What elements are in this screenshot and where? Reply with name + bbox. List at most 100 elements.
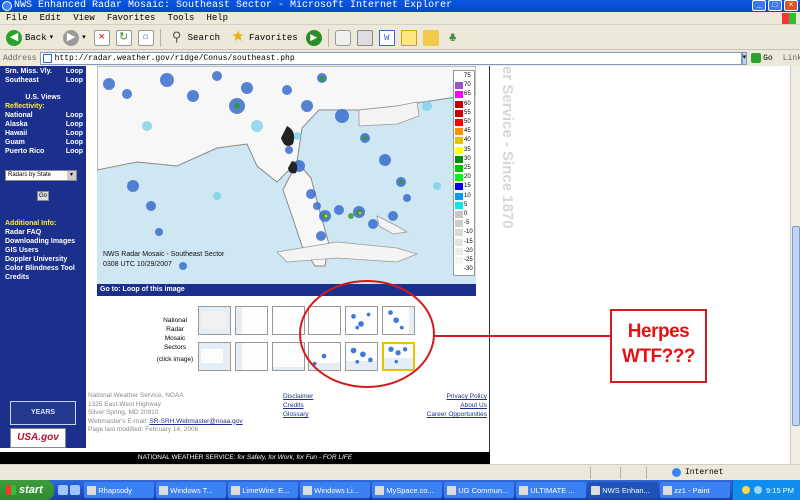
nws-years-logo[interactable]: YEARS [10, 401, 76, 425]
info-link-downloading-images[interactable]: Downloading Images [5, 238, 75, 245]
legend-swatch [455, 174, 463, 182]
credits-link[interactable]: Credits [283, 401, 313, 410]
tray-icon[interactable] [742, 486, 751, 494]
taskbar-button[interactable]: Windows T... [156, 482, 227, 498]
webmaster-email-link[interactable]: SR-SRH.Webmaster@noaa.gov [149, 418, 242, 425]
nav-loop-puerto-rico[interactable]: Loop [66, 148, 83, 155]
legend-label: 65 [464, 91, 471, 98]
desktop-icon[interactable] [58, 485, 69, 495]
info-link-credits[interactable]: Credits [5, 274, 29, 281]
watermark-text: er Service - Since 1870 [499, 66, 516, 229]
nav-loop-alaska[interactable]: Loop [66, 121, 83, 128]
info-link-doppler-university[interactable]: Doppler University [5, 256, 67, 263]
about-us-link[interactable]: About Us [423, 401, 487, 410]
chevron-down-icon[interactable]: ▾ [50, 33, 54, 42]
info-link-radar-faq[interactable]: Radar FAQ [5, 229, 41, 236]
nav-loop-national[interactable]: Loop [66, 112, 83, 119]
career-opportunities-link[interactable]: Career Opportunities [423, 410, 487, 419]
address-input[interactable]: http://radar.weather.gov/ridge/Conus/sou… [39, 51, 742, 65]
menu-edit[interactable]: Edit [40, 12, 62, 24]
scrollbar-thumb[interactable] [792, 226, 800, 426]
start-button[interactable]: start [0, 480, 55, 500]
edit-word-icon[interactable]: W [378, 29, 395, 46]
nav-link-srn-miss-vly[interactable]: Srn. Miss. Vly. [5, 68, 52, 75]
info-link-gis-users[interactable]: GIS Users [5, 247, 38, 254]
back-button[interactable]: ◀ Back ▾ [4, 28, 55, 48]
state-go-button[interactable]: Go [37, 191, 49, 201]
info-link-color-blindness-tool[interactable]: Color Blindness Tool [5, 265, 75, 272]
refresh-icon[interactable]: ↻ [115, 29, 132, 46]
taskbar-button[interactable]: MySpace.co... [372, 482, 443, 498]
taskbar-button[interactable]: zz1 - Paint [660, 482, 731, 498]
go-button[interactable]: Go [747, 53, 777, 63]
address-url: http://radar.weather.gov/ridge/Conus/sou… [54, 53, 295, 63]
nav-loop-srn-miss-vly[interactable]: Loop [66, 68, 83, 75]
windows-logo-icon [782, 13, 796, 24]
favorites-button[interactable]: ★ Favorites [228, 28, 300, 48]
clock[interactable]: 9:15 PM [766, 486, 794, 495]
annotation-line-2: WTF??? [622, 346, 695, 367]
home-icon[interactable]: ⌂ [137, 29, 154, 46]
taskbar-button[interactable]: Windows Li... [300, 482, 371, 498]
mail-icon[interactable] [334, 29, 351, 46]
sector-thumb-alaska[interactable] [198, 342, 231, 371]
nav-loop-hawaii[interactable]: Loop [66, 130, 83, 137]
note-icon[interactable] [400, 29, 417, 46]
nav-link-national[interactable]: National [5, 112, 33, 119]
goto-loop-link[interactable]: Go to: Loop of this image [97, 284, 476, 296]
menu-tools[interactable]: Tools [167, 12, 194, 24]
messenger-icon[interactable]: ♣ [445, 30, 461, 46]
stop-icon[interactable]: × [93, 29, 110, 46]
taskbar-button-label: NWS Enhan... [602, 485, 650, 495]
radars-by-state-select[interactable]: Radars by State ▾ [5, 170, 77, 181]
taskbar-button[interactable]: UG Commun... [444, 482, 515, 498]
taskbar-button[interactable]: ULTIMATE ... [516, 482, 587, 498]
taskbar-button[interactable]: LimeWire: E... [228, 482, 299, 498]
sector-thumb-pacific-nw[interactable] [235, 306, 268, 335]
tray-icon[interactable] [754, 486, 763, 494]
ie-icon[interactable] [70, 485, 81, 495]
nav-link-hawaii[interactable]: Hawaii [5, 130, 27, 137]
window-title-bar[interactable]: NWS Enhanced Radar Mosaic: Southeast Sec… [0, 0, 800, 12]
web-page: Srn. Miss. Vly. Loop Southeast Loop U.S.… [0, 66, 490, 464]
close-button[interactable]: × [784, 0, 798, 11]
print-icon[interactable] [356, 29, 373, 46]
taskbar-button[interactable]: Rhapsody [84, 482, 155, 498]
taskbar-button[interactable]: NWS Enhan... [588, 482, 659, 498]
taskbar-tasks: Rhapsody Windows T... LimeWire: E... Window… [84, 482, 732, 498]
nav-loop-guam[interactable]: Loop [66, 139, 83, 146]
nav-link-alaska[interactable]: Alaska [5, 121, 28, 128]
legend-swatch [455, 100, 463, 108]
search-button[interactable]: ⚲ Search [167, 28, 222, 48]
legend-label: -25 [464, 257, 473, 263]
menu-favorites[interactable]: Favorites [107, 12, 156, 24]
nav-link-guam[interactable]: Guam [5, 139, 25, 146]
links-button[interactable]: Links [777, 54, 800, 63]
minimize-button[interactable]: _ [752, 0, 766, 11]
chevron-down-icon[interactable]: ▾ [82, 33, 86, 42]
taskbar-button-label: Windows Li... [314, 485, 359, 495]
usa-gov-logo[interactable]: USA.gov [10, 428, 66, 448]
footer-links-middle: Disclaimer Credits Glossary [283, 392, 313, 419]
sector-thumb-national[interactable] [198, 306, 231, 335]
menu-file[interactable]: File [6, 12, 28, 24]
media-icon[interactable]: ▶ [305, 29, 322, 46]
sector-thumb-pacific-sw[interactable] [235, 342, 268, 371]
nav-loop-southeast[interactable]: Loop [66, 77, 83, 84]
legend-swatch [455, 119, 463, 126]
vertical-scrollbar[interactable] [790, 66, 800, 464]
legend-swatch [455, 128, 463, 136]
disclaimer-link[interactable]: Disclaimer [283, 392, 313, 401]
glossary-link[interactable]: Glossary [283, 410, 313, 419]
folder-icon[interactable] [422, 29, 439, 46]
nav-link-puerto-rico[interactable]: Puerto Rico [5, 148, 44, 155]
menu-help[interactable]: Help [206, 12, 228, 24]
forward-button[interactable]: ▶ ▾ [61, 28, 88, 48]
nav-link-southeast[interactable]: Southeast [5, 77, 39, 84]
privacy-policy-link[interactable]: Privacy Policy [423, 392, 487, 401]
status-bar: Internet [0, 464, 800, 480]
maximize-button[interactable]: □ [768, 0, 782, 11]
click-image-hint: (click image) [156, 356, 194, 363]
taskbar-button-label: MySpace.co... [386, 485, 434, 495]
menu-view[interactable]: View [73, 12, 95, 24]
